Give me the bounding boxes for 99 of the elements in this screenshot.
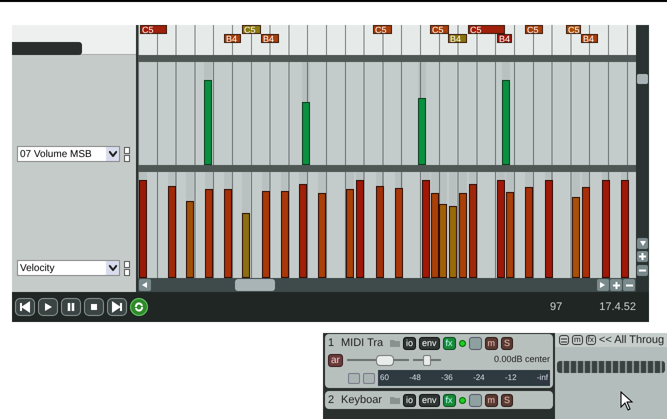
time-readout: 17.4.52	[599, 300, 636, 315]
velocity-bar[interactable]	[186, 200, 194, 278]
record-arm-button[interactable]: ar	[328, 354, 343, 366]
midi-note[interactable]: C5	[566, 25, 581, 34]
velocity-bar[interactable]	[224, 188, 232, 278]
track-button[interactable]: env	[419, 336, 440, 350]
repeat-icon	[133, 301, 145, 313]
zoom-in-icon[interactable]	[637, 251, 648, 262]
skip-back-button[interactable]	[15, 298, 35, 316]
track-number: 2	[328, 392, 336, 408]
phase-icon[interactable]	[468, 394, 482, 406]
expand-lane-icon[interactable]	[124, 155, 130, 162]
track-button[interactable]: m	[484, 336, 498, 350]
play-icon	[42, 301, 54, 313]
velocity-bar[interactable]	[439, 204, 447, 278]
track-button[interactable]: S	[501, 336, 514, 350]
piano-key	[12, 42, 82, 55]
midi-note[interactable]: C5	[242, 25, 261, 34]
track-name[interactable]: MIDI Tra	[341, 334, 387, 352]
midi-note[interactable]: C5	[468, 25, 505, 34]
velocity-bar[interactable]	[281, 191, 289, 278]
item-name: << All Throug	[598, 332, 664, 348]
meter-tick-label: -48	[409, 372, 421, 384]
zoom-out-icon[interactable]	[623, 279, 635, 291]
velocity-bar[interactable]	[506, 192, 514, 278]
expand-lane-icon[interactable]	[124, 269, 130, 276]
cc-bar[interactable]	[302, 102, 310, 165]
monitor-icon[interactable]	[348, 372, 360, 384]
scroll-down-icon[interactable]	[637, 238, 648, 249]
meter-tick-label: 60	[380, 372, 389, 384]
zoom-out-icon[interactable]	[637, 265, 648, 276]
track-button[interactable]: fx	[442, 336, 456, 350]
cc-bar[interactable]	[418, 98, 426, 165]
meter-tick-label: -inf	[536, 372, 548, 384]
item-menu-icon[interactable]	[559, 335, 569, 345]
meter-tick-label: -12	[504, 372, 517, 384]
skip-back-icon	[19, 301, 31, 313]
meter-tick-label: -24	[473, 372, 485, 384]
velocity-bar[interactable]	[318, 193, 326, 278]
phase-icon[interactable]	[468, 336, 482, 350]
scroll-left-icon[interactable]	[139, 279, 151, 291]
velocity-bar[interactable]	[262, 191, 270, 278]
velocity-bar[interactable]	[449, 206, 457, 278]
track-button[interactable]: io	[403, 336, 416, 350]
midi-note[interactable]: B4	[448, 34, 467, 43]
item-button[interactable]: fx	[586, 335, 596, 345]
midi-note[interactable]: B4	[497, 34, 512, 43]
midi-note[interactable]: C5	[430, 25, 449, 34]
velocity-bar[interactable]	[572, 197, 580, 278]
track-button[interactable]: io	[403, 394, 416, 406]
pause-button[interactable]	[61, 298, 81, 316]
velocity-bar[interactable]	[459, 193, 467, 278]
pause-icon	[65, 301, 77, 313]
slider-thumb[interactable]	[376, 354, 394, 366]
zoom-in-icon[interactable]	[610, 279, 622, 291]
velocity-bar[interactable]	[346, 188, 354, 278]
slider-thumb[interactable]	[422, 354, 431, 366]
vertical-scrollbar[interactable]	[636, 25, 649, 292]
position-readout: 97	[550, 300, 562, 315]
skip-forward-icon	[111, 301, 123, 313]
skip-forward-button[interactable]	[107, 298, 127, 316]
status-led-icon	[458, 396, 466, 404]
item-button[interactable]: m	[572, 335, 583, 345]
cc-bar[interactable]	[502, 80, 510, 165]
track-name[interactable]: Keyboar	[341, 392, 387, 408]
cc-bar[interactable]	[204, 80, 212, 165]
volume-pan-readout: 0.00dB center	[494, 353, 550, 366]
repeat-button[interactable]	[130, 298, 148, 316]
velocity-bar[interactable]	[431, 193, 439, 278]
midi-note[interactable]: C5	[525, 25, 543, 34]
controller-dropdown[interactable]: 07 Volume MSB	[17, 146, 120, 162]
velocity-bar[interactable]	[242, 213, 250, 278]
scroll-right-icon[interactable]	[597, 279, 609, 291]
midi-note[interactable]: B4	[261, 34, 279, 43]
stop-button[interactable]	[84, 298, 104, 316]
midi-note[interactable]: C5	[373, 25, 392, 34]
midi-note[interactable]: C5	[140, 25, 167, 34]
folder-icon[interactable]	[390, 339, 400, 347]
folder-icon[interactable]	[390, 396, 400, 404]
velocity-bar[interactable]	[205, 188, 213, 278]
track-number: 1	[328, 336, 336, 351]
collapse-lane-icon[interactable]	[124, 147, 130, 154]
collapse-lane-icon[interactable]	[124, 261, 130, 268]
midi-note[interactable]: B4	[224, 34, 241, 43]
track-button[interactable]: fx	[442, 394, 456, 406]
controller-dropdown[interactable]: Velocity	[17, 260, 120, 276]
scroll-thumb[interactable]	[235, 279, 275, 291]
cursor-arrow-icon	[620, 391, 634, 411]
meter-tick-label: -36	[441, 372, 453, 384]
input-icon[interactable]	[363, 372, 375, 384]
play-button[interactable]	[38, 298, 58, 316]
track-button[interactable]: m	[484, 394, 498, 406]
track-button[interactable]: env	[419, 394, 440, 406]
track-button[interactable]: S	[501, 394, 514, 406]
stop-icon	[88, 301, 100, 313]
midi-note[interactable]: B4	[581, 34, 598, 43]
status-led-icon	[458, 340, 466, 346]
scroll-thumb[interactable]	[637, 74, 648, 84]
horizontal-scrollbar[interactable]	[138, 278, 636, 292]
